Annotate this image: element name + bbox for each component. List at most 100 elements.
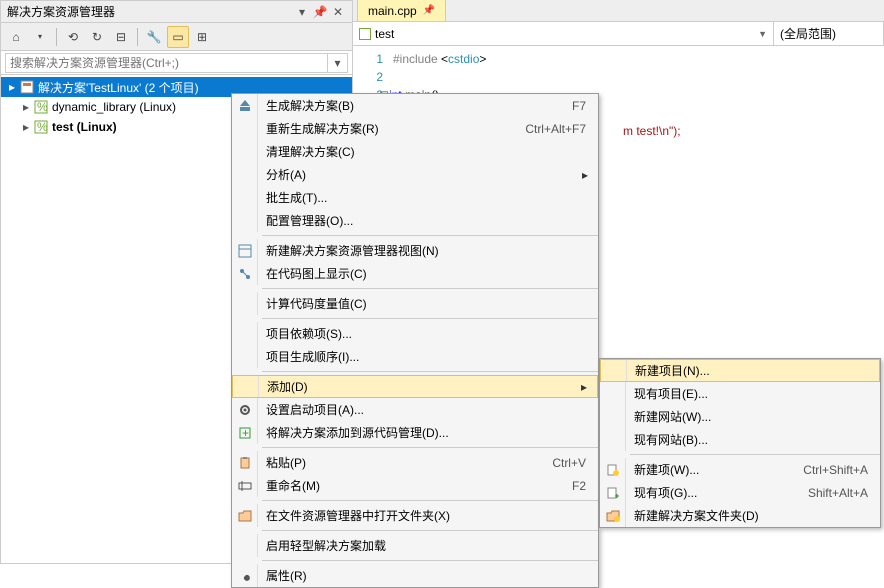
solution-icon — [19, 79, 35, 95]
panel-title: 解决方案资源管理器 — [7, 3, 292, 20]
project-label: dynamic_library (Linux) — [52, 100, 176, 114]
panel-titlebar: 解决方案资源管理器 ▾ 📌 ✕ — [1, 1, 352, 23]
menu-item-label: 新建解决方案文件夹(D) — [634, 507, 874, 524]
menu-item[interactable]: 新建解决方案文件夹(D) — [600, 504, 880, 527]
blank-icon — [233, 376, 259, 397]
blank-icon — [601, 360, 627, 381]
blank-icon — [232, 186, 258, 209]
menu-item[interactable]: 项目生成顺序(I)... — [232, 345, 598, 368]
newitem-icon — [600, 458, 626, 481]
menu-separator — [630, 454, 880, 455]
menu-item[interactable]: 现有网站(B)... — [600, 428, 880, 451]
menu-item-label: 设置启动项目(A)... — [266, 401, 592, 418]
menu-item-label: 新建网站(W)... — [634, 408, 874, 425]
menu-item-label: 重新生成解决方案(R) — [266, 120, 525, 137]
menu-item[interactable]: 添加(D)▸ — [232, 375, 598, 398]
scc-icon: + — [232, 421, 258, 444]
build-icon — [232, 94, 258, 117]
project-label: test (Linux) — [52, 120, 117, 134]
menu-item[interactable]: 新建项目(N)... — [600, 359, 880, 382]
menu-item[interactable]: 重新生成解决方案(R)Ctrl+Alt+F7 — [232, 117, 598, 140]
menu-item[interactable]: 在代码图上显示(C) — [232, 262, 598, 285]
menu-item[interactable]: 新建解决方案资源管理器视图(N) — [232, 239, 598, 262]
menu-item-label: 项目生成顺序(I)... — [266, 348, 592, 365]
blank-icon — [232, 163, 258, 186]
member-label: (全局范围) — [780, 25, 836, 42]
menu-item[interactable]: 粘贴(P)Ctrl+V — [232, 451, 598, 474]
search-dropdown-button[interactable]: ▾ — [328, 53, 348, 73]
menu-item-label: 属性(R) — [266, 567, 592, 584]
menu-item-label: 项目依赖项(S)... — [266, 325, 592, 342]
menu-item[interactable]: 分析(A)▸ — [232, 163, 598, 186]
menu-item-label: 在文件资源管理器中打开文件夹(X) — [266, 507, 592, 524]
menu-separator — [262, 371, 598, 372]
menu-item-label: 配置管理器(O)... — [266, 212, 592, 229]
menu-item-label: 重命名(M) — [266, 477, 572, 494]
project-icon: % — [33, 119, 49, 135]
menu-item[interactable]: 启用轻型解决方案加载 — [232, 534, 598, 557]
sync-icon[interactable]: ⟲ — [62, 26, 84, 48]
blank-icon — [600, 428, 626, 451]
view-icon[interactable]: ⊞ — [191, 26, 213, 48]
refresh-icon[interactable]: ↻ — [86, 26, 108, 48]
tab-label: main.cpp — [368, 4, 417, 18]
menu-item[interactable]: 清理解决方案(C) — [232, 140, 598, 163]
menu-item[interactable]: 计算代码度量值(C) — [232, 292, 598, 315]
properties-icon[interactable]: 🔧 — [143, 26, 165, 48]
existitem-icon — [600, 481, 626, 504]
menu-separator — [262, 500, 598, 501]
menu-shortcut: Ctrl+Alt+F7 — [525, 122, 592, 136]
codemap-icon — [232, 262, 258, 285]
menu-item[interactable]: 设置启动项目(A)... — [232, 398, 598, 421]
editor-tab[interactable]: main.cpp 📌 — [357, 0, 446, 21]
blank-icon — [600, 382, 626, 405]
menu-item-label: 清理解决方案(C) — [266, 143, 592, 160]
menu-item[interactable]: 重命名(M)F2 — [232, 474, 598, 497]
collapse-icon[interactable]: ⊟ — [110, 26, 132, 48]
folder-icon — [232, 504, 258, 527]
expand-icon[interactable]: ▸ — [5, 80, 19, 94]
editor-tabbar: main.cpp 📌 — [353, 0, 884, 22]
member-dropdown[interactable]: (全局范围) — [774, 22, 884, 45]
menu-item-label: 现有网站(B)... — [634, 431, 874, 448]
panel-dropdown-icon[interactable]: ▾ — [294, 4, 310, 20]
menu-item[interactable]: 批生成(T)... — [232, 186, 598, 209]
submenu-arrow-icon: ▸ — [578, 168, 592, 182]
blank-icon — [232, 322, 258, 345]
menu-item[interactable]: 属性(R) — [232, 564, 598, 587]
expand-icon[interactable]: ▸ — [19, 120, 33, 134]
menu-shortcut: F2 — [572, 479, 592, 493]
show-all-icon[interactable]: ▭ — [167, 26, 189, 48]
home-icon[interactable]: ⌂ — [5, 26, 27, 48]
toolbar-separator — [137, 28, 138, 46]
menu-item[interactable]: 现有项(G)...Shift+Alt+A — [600, 481, 880, 504]
menu-item[interactable]: 新建项(W)...Ctrl+Shift+A — [600, 458, 880, 481]
menu-item-label: 新建解决方案资源管理器视图(N) — [266, 242, 592, 259]
menu-item-label: 将解决方案添加到源代码管理(D)... — [266, 424, 592, 441]
blank-icon — [232, 117, 258, 140]
close-icon[interactable]: ✕ — [330, 4, 346, 20]
paste-icon — [232, 451, 258, 474]
menu-item[interactable]: 在文件资源管理器中打开文件夹(X) — [232, 504, 598, 527]
menu-item[interactable]: 项目依赖项(S)... — [232, 322, 598, 345]
expand-icon[interactable]: ▸ — [19, 100, 33, 114]
menu-item-label: 分析(A) — [266, 166, 578, 183]
menu-item[interactable]: 新建网站(W)... — [600, 405, 880, 428]
menu-item[interactable]: 生成解决方案(B)F7 — [232, 94, 598, 117]
submenu-arrow-icon: ▸ — [577, 380, 591, 394]
menu-item[interactable]: 配置管理器(O)... — [232, 209, 598, 232]
menu-item[interactable]: 现有项目(E)... — [600, 382, 880, 405]
menu-separator — [262, 447, 598, 448]
pin-icon[interactable]: 📌 — [312, 4, 328, 20]
back-dropdown-icon[interactable]: ▾ — [29, 26, 51, 48]
blank-icon — [232, 209, 258, 232]
menu-item-label: 启用轻型解决方案加载 — [266, 537, 592, 554]
line-number: 2 — [353, 68, 383, 86]
scope-dropdown[interactable]: test ▼ — [353, 22, 774, 45]
tab-pin-icon[interactable]: 📌 — [423, 5, 435, 16]
menu-item[interactable]: + 将解决方案添加到源代码管理(D)... — [232, 421, 598, 444]
menu-item-label: 批生成(T)... — [266, 189, 592, 206]
search-input[interactable] — [5, 53, 328, 73]
search-row: ▾ — [1, 51, 352, 75]
svg-text:+: + — [242, 426, 249, 440]
